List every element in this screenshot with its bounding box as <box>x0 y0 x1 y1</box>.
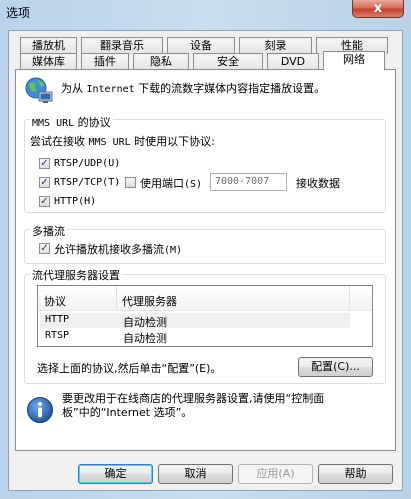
use-port-key: (S) <box>184 179 203 190</box>
proxy-group-title: 流代理服务器设置 <box>30 267 122 283</box>
port-range-input[interactable]: 7000-7007 <box>210 173 287 191</box>
tab-rip-music[interactable]: 翻录音乐 <box>81 37 163 54</box>
protocols-description: 尝试在接收 MMS URL 时使用以下协议: <box>30 133 215 149</box>
info-line-1: 要更改用于在线商店的代理服务器设置,请使用“控制面 <box>62 392 325 405</box>
tab-label: 安全 <box>217 55 239 68</box>
close-icon: x <box>373 1 383 16</box>
multicast-group-title: 多播流 <box>30 223 67 239</box>
use-port-label: 使用端口(S) <box>140 175 202 191</box>
desc-suffix: 时使用以下协议: <box>134 135 215 148</box>
tab-label: 设备 <box>190 39 212 52</box>
tab-plugins[interactable]: 插件 <box>81 53 129 70</box>
info-icon <box>26 396 54 424</box>
tab-library[interactable]: 媒体库 <box>20 53 77 70</box>
row-rtsp-protocol: RTSP <box>45 330 70 341</box>
use-port-text: 使用端口 <box>140 177 184 190</box>
window-title: 选项 <box>6 6 31 20</box>
cancel-button[interactable]: 取消 <box>158 464 233 484</box>
intro-text: 为从 Internet 下载的流数字媒体内容指定播放设置。 <box>61 80 325 96</box>
tab-burn[interactable]: 刻录 <box>239 37 312 54</box>
column-divider <box>349 286 350 310</box>
intro-app: Internet <box>86 84 135 95</box>
desc-mms: MMS URL <box>88 137 131 148</box>
desc-prefix: 尝试在接收 <box>30 135 85 148</box>
allow-multicast-key: (M) <box>164 245 183 256</box>
intro-suffix: 下载的流数字媒体内容指定播放设置。 <box>138 82 326 95</box>
tab-network[interactable]: 网络 <box>323 51 385 70</box>
rtsp-tcp-checkbox[interactable]: ✓ <box>39 177 50 188</box>
tab-label: 网络 <box>343 53 365 66</box>
row-http-proxy: 自动检测 <box>123 316 167 329</box>
proxy-hint: 选择上面的协议,然后单击“配置”(E)。 <box>37 362 222 375</box>
tab-security[interactable]: 安全 <box>193 53 263 70</box>
receive-data-label: 接收数据 <box>296 177 340 190</box>
use-port-checkbox[interactable] <box>125 177 136 188</box>
http-text: HTTP <box>54 196 79 207</box>
tab-label: 刻录 <box>264 39 287 52</box>
tab-label: 隐私 <box>150 55 172 68</box>
http-label: HTTP(H) <box>54 194 96 207</box>
rtsp-udp-label: RTSP/UDP(U) <box>54 156 120 169</box>
tab-label: DVD <box>280 55 306 68</box>
close-button[interactable]: x <box>352 0 404 18</box>
allow-multicast-checkbox[interactable]: ✓ <box>39 243 50 254</box>
network-globe-icon <box>24 75 54 105</box>
allow-multicast-text: 允许播放机接收多播流 <box>54 243 164 256</box>
tab-label: 翻录音乐 <box>100 39 144 52</box>
title-bar: 选项 x <box>0 0 411 22</box>
intro-prefix: 为从 <box>61 82 83 95</box>
rtsp-udp-key: (U) <box>102 158 121 169</box>
help-button[interactable]: 帮助 <box>318 464 393 484</box>
column-protocol[interactable]: 协议 <box>44 293 66 309</box>
row-rtsp-proxy: 自动检测 <box>123 332 167 345</box>
protocols-title-suffix: 的协议 <box>77 116 111 129</box>
ok-button[interactable]: 确定 <box>78 464 153 484</box>
rtsp-udp-text: RTSP/UDP <box>54 158 103 169</box>
apply-button[interactable]: 应用(A) <box>238 464 313 484</box>
tab-player[interactable]: 播放机 <box>20 37 77 54</box>
http-checkbox[interactable]: ✓ <box>39 196 50 207</box>
column-proxy-server[interactable]: 代理服务器 <box>122 293 177 309</box>
http-key: (H) <box>78 196 97 207</box>
allow-multicast-label: 允许播放机接收多播流(M) <box>54 241 182 257</box>
table-row[interactable] <box>40 313 350 328</box>
table-row[interactable] <box>40 329 350 344</box>
tab-label: 插件 <box>94 55 116 68</box>
rtsp-tcp-key: (T) <box>102 177 121 188</box>
configure-button[interactable]: 配置(C)... <box>298 357 373 377</box>
rtsp-tcp-label: RTSP/TCP(T) <box>54 175 120 188</box>
rtsp-udp-checkbox[interactable]: ✓ <box>39 158 50 169</box>
info-text: 要更改用于在线商店的代理服务器设置,请使用“控制面 板”中的“Internet … <box>62 392 387 420</box>
info-line-2: 板”中的“Internet 选项”。 <box>62 406 193 419</box>
tab-dvd[interactable]: DVD <box>267 53 319 70</box>
protocols-group-title: MMS URL 的协议 <box>30 114 113 130</box>
mms-url-label: MMS URL <box>32 118 75 129</box>
tab-label: 媒体库 <box>32 55 65 68</box>
rtsp-tcp-text: RTSP/TCP <box>54 177 103 188</box>
proxy-list-header <box>38 286 372 311</box>
column-divider <box>116 286 117 310</box>
row-http-protocol: HTTP <box>45 314 70 325</box>
tab-label: 播放机 <box>32 39 65 52</box>
tab-devices[interactable]: 设备 <box>167 37 235 54</box>
tab-privacy[interactable]: 隐私 <box>133 53 189 70</box>
